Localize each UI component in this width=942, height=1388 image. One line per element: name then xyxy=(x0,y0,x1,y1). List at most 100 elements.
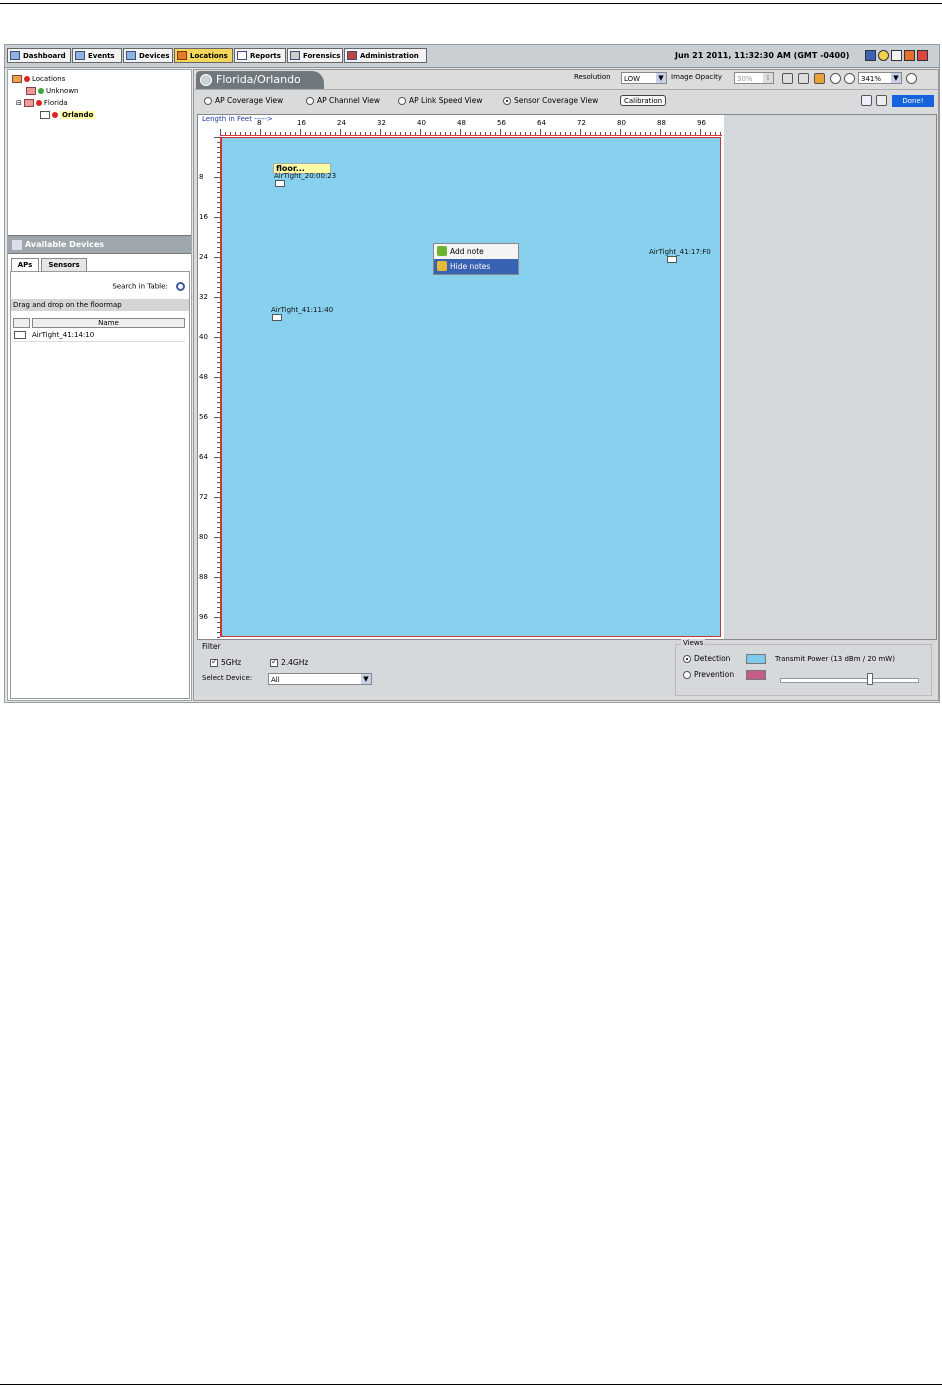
ruler-tick xyxy=(525,132,526,135)
ap-icon[interactable] xyxy=(667,256,677,263)
ruler-tick xyxy=(675,132,676,135)
left-panel: Locations Unknown ⊟ Florida Orlando Avail… xyxy=(7,69,192,701)
opacity-input[interactable]: 30% ↕ xyxy=(734,72,774,84)
checkbox-2-4ghz[interactable]: 2.4GHz xyxy=(270,657,308,667)
checkbox-5ghz[interactable]: 5GHz xyxy=(210,657,241,667)
column-name[interactable]: Name xyxy=(32,318,185,328)
ruler-tick xyxy=(217,157,220,158)
radio-sensor-coverage[interactable]: Sensor Coverage View xyxy=(503,94,598,108)
ruler-tick xyxy=(217,312,220,313)
tab-aps[interactable]: APs xyxy=(11,258,39,271)
floor-plan[interactable]: floor... AirTight_20:00:23 AirTight_41:1… xyxy=(221,137,721,637)
sync-icon[interactable] xyxy=(865,50,876,61)
radio-circle xyxy=(503,97,511,105)
ruler-tick xyxy=(217,557,220,558)
spinner-icon: ↕ xyxy=(763,73,773,83)
device-label: AirTight_41:11:40 xyxy=(271,306,334,314)
nav-tab-reports[interactable]: Reports xyxy=(234,48,286,63)
nav-tab-events[interactable]: Events xyxy=(72,48,122,63)
ruler-tick xyxy=(450,132,451,135)
radio-ap-channel[interactable]: AP Channel View xyxy=(306,94,380,108)
ruler-tick xyxy=(310,132,311,135)
ruler-tick xyxy=(214,617,220,618)
ruler-label-x: 72 xyxy=(577,119,586,127)
ruler-tick xyxy=(530,132,531,135)
collapse-icon[interactable]: ⊟ xyxy=(16,99,22,107)
select-device-label: Select Device: xyxy=(202,674,253,682)
zoom-in-icon[interactable] xyxy=(906,73,917,84)
ruler-label-x: 16 xyxy=(297,119,306,127)
zoom-out-icon[interactable] xyxy=(844,73,855,84)
ruler-tick xyxy=(550,132,551,135)
ruler-tick xyxy=(217,372,220,373)
ruler-tick xyxy=(217,397,220,398)
search-icon[interactable] xyxy=(176,282,185,291)
done-button[interactable]: Done! xyxy=(892,95,934,107)
nav-tab-forensics[interactable]: Forensics xyxy=(287,48,343,63)
zoom-fit-icon[interactable] xyxy=(830,73,841,84)
ruler-tick xyxy=(320,132,321,135)
radio-detection[interactable]: Detection xyxy=(683,654,730,663)
calibration-button[interactable]: Calibration xyxy=(620,95,667,106)
ruler-tick xyxy=(217,502,220,503)
ruler-tick xyxy=(535,132,536,135)
zoom-select[interactable]: 341% ▼ xyxy=(858,72,902,84)
save-icon[interactable] xyxy=(876,95,887,106)
ruler-tick xyxy=(590,132,591,135)
ruler-tick xyxy=(217,507,220,508)
upload-icon[interactable] xyxy=(814,73,825,84)
transmit-power-slider[interactable] xyxy=(780,678,919,683)
shield-icon[interactable] xyxy=(904,50,915,61)
ruler-tick xyxy=(217,512,220,513)
location-tab-header: Florida/Orlando Resolution LOW ▼ Image Op… xyxy=(194,70,938,90)
table-row[interactable]: AirTight_41:14:10 xyxy=(13,329,185,342)
tree-item-locations[interactable]: Locations xyxy=(12,74,65,85)
location-tab[interactable]: Florida/Orlando xyxy=(196,71,324,89)
nav-tab-devices[interactable]: Devices xyxy=(123,48,173,63)
radio-ap-link-speed[interactable]: AP Link Speed View xyxy=(398,94,482,108)
ruler-tick xyxy=(217,167,220,168)
ap-icon[interactable] xyxy=(275,180,285,187)
ruler-label-x: 96 xyxy=(697,119,706,127)
ruler-tick xyxy=(214,297,220,298)
ruler-tick xyxy=(217,232,220,233)
nav-tab-administration[interactable]: Administration xyxy=(344,48,427,63)
list-icon[interactable] xyxy=(891,50,902,61)
ruler-label-x: 24 xyxy=(337,119,346,127)
tree-item-unknown[interactable]: Unknown xyxy=(26,86,79,97)
refresh-icon[interactable] xyxy=(861,95,872,106)
select-device-dropdown[interactable]: All ▼ xyxy=(268,673,372,685)
ruler-tick xyxy=(660,129,661,135)
ruler-tick xyxy=(685,132,686,135)
ruler-tick xyxy=(505,132,506,135)
ruler-label-x: 88 xyxy=(657,119,666,127)
floor-map-canvas: Length in Feet -----> 8 16 24 32 40 48 56 64 72 8… xyxy=(197,114,937,640)
logout-icon[interactable] xyxy=(917,50,928,61)
nav-tab-dashboard[interactable]: Dashboard xyxy=(7,48,71,63)
ruler-tick xyxy=(217,187,220,188)
ruler-label-y: 16 xyxy=(199,213,208,221)
ruler-tick xyxy=(680,132,681,135)
menu-item-hide-notes[interactable]: Hide notes xyxy=(434,259,518,274)
ruler-tick xyxy=(510,132,511,135)
ruler-label-y: 48 xyxy=(199,373,208,381)
ruler-tick xyxy=(217,222,220,223)
devices-icon xyxy=(126,51,136,60)
resolution-select[interactable]: LOW ▼ xyxy=(621,72,667,84)
ruler-tick xyxy=(217,317,220,318)
nav-tab-locations[interactable]: Locations xyxy=(174,48,233,63)
tab-sensors[interactable]: Sensors xyxy=(41,258,87,271)
detach-icon[interactable] xyxy=(798,73,809,84)
attach-icon[interactable] xyxy=(782,73,793,84)
ap-icon[interactable] xyxy=(272,314,282,321)
ruler-tick xyxy=(275,132,276,135)
menu-item-add-note[interactable]: Add note xyxy=(434,244,518,259)
transmit-power-slider-thumb[interactable] xyxy=(867,673,874,685)
select-all-column[interactable] xyxy=(13,318,30,328)
radio-ap-coverage[interactable]: AP Coverage View xyxy=(204,94,283,108)
tree-item-florida[interactable]: ⊟ Florida xyxy=(16,98,68,109)
tree-item-orlando[interactable]: Orlando xyxy=(40,110,96,121)
radio-prevention[interactable]: Prevention xyxy=(683,670,734,679)
ruler-tick xyxy=(217,422,220,423)
help-icon[interactable] xyxy=(878,50,889,61)
